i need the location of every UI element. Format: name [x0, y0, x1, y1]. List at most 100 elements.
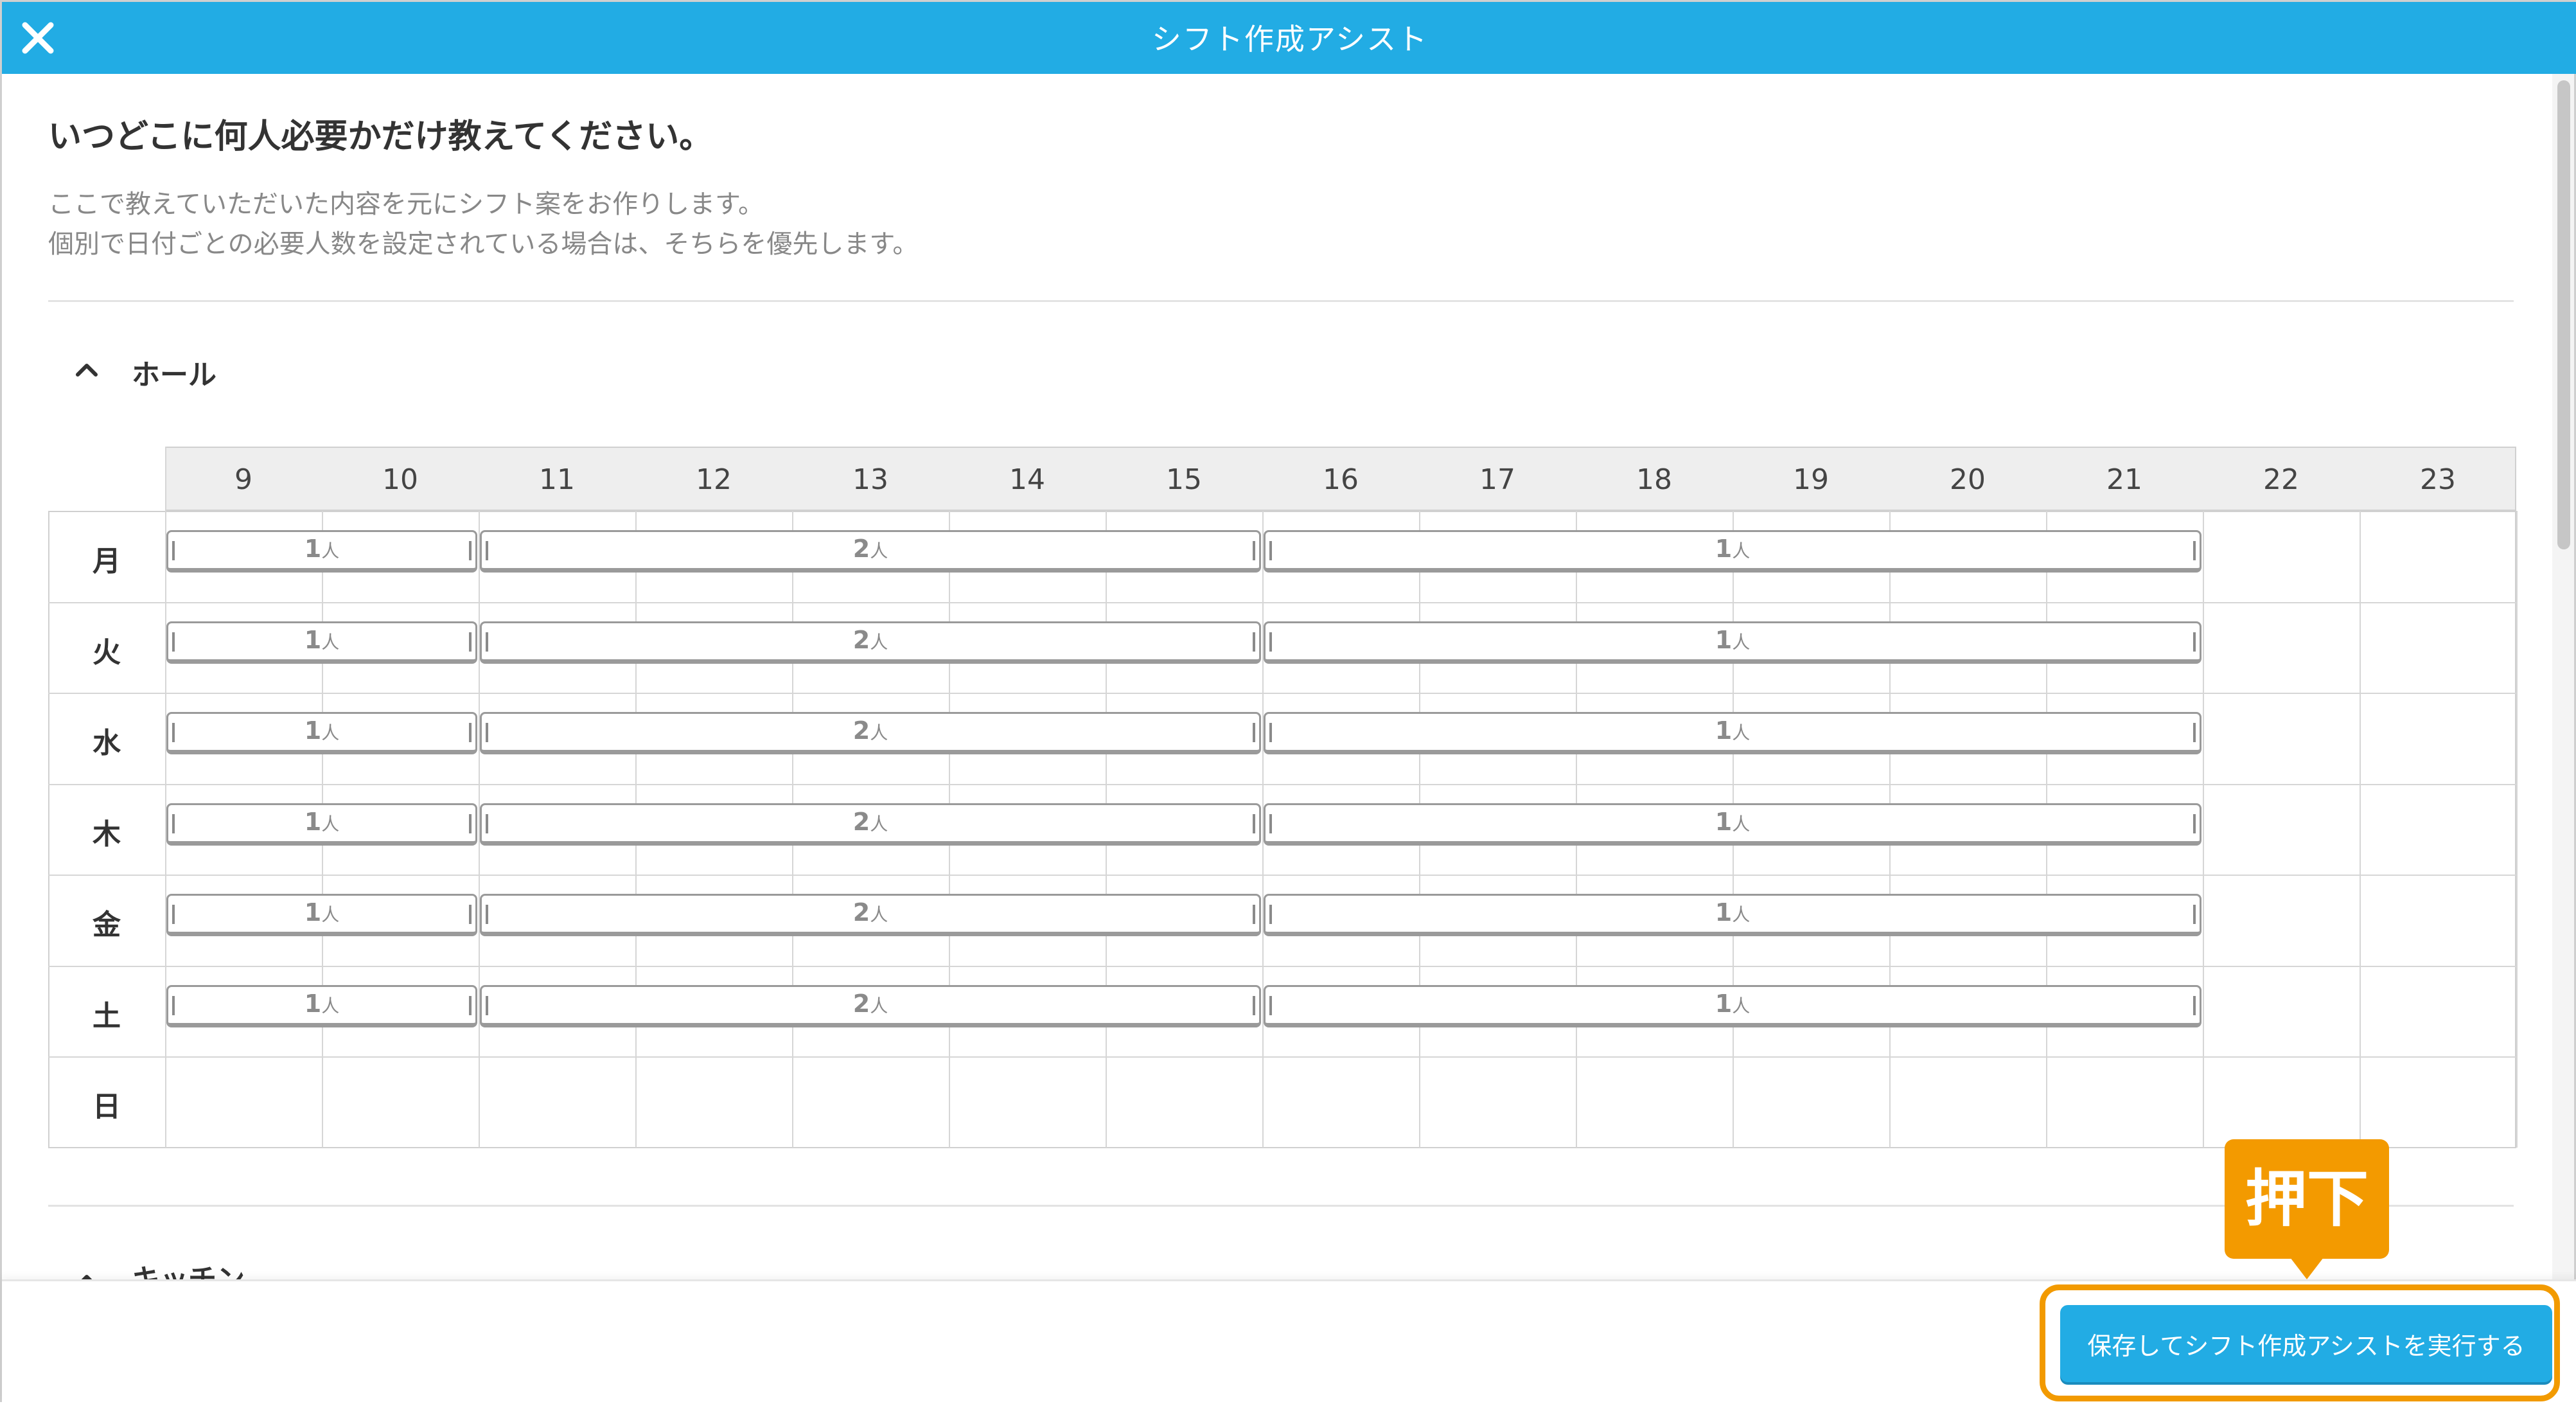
day-label: 金 — [93, 909, 121, 941]
resize-handle-right[interactable] — [1253, 632, 1255, 652]
staff-count-unit: 人 — [321, 995, 340, 1017]
resize-handle-right[interactable] — [1253, 723, 1255, 742]
resize-handle-left[interactable] — [1269, 995, 1272, 1015]
hour-label: 23 — [2420, 463, 2456, 496]
staffing-segment[interactable]: 1人 — [166, 530, 477, 573]
staffing-segment[interactable]: 1人 — [1264, 803, 2201, 846]
staff-count-unit: 人 — [321, 904, 340, 925]
resize-handle-left[interactable] — [1269, 541, 1272, 560]
staff-count-unit: 人 — [870, 995, 888, 1017]
staff-count-unit: 人 — [870, 813, 888, 835]
resize-handle-left[interactable] — [172, 905, 175, 924]
staffing-segment[interactable]: 1人 — [1264, 712, 2201, 754]
staff-count: 1 — [304, 807, 322, 836]
staff-count: 1 — [1715, 898, 1733, 927]
day-label: 日 — [93, 1090, 121, 1123]
resize-handle-right[interactable] — [469, 995, 472, 1015]
day-label: 月 — [93, 545, 121, 578]
resize-handle-left[interactable] — [486, 541, 488, 560]
resize-handle-left[interactable] — [486, 905, 488, 924]
resize-handle-right[interactable] — [469, 813, 472, 833]
staffing-segment[interactable]: 2人 — [480, 894, 1261, 936]
staffing-segment[interactable]: 1人 — [166, 894, 477, 936]
staff-count-unit: 人 — [870, 722, 888, 743]
resize-handle-left[interactable] — [1269, 813, 1272, 833]
resize-handle-left[interactable] — [1269, 632, 1272, 652]
resize-handle-right[interactable] — [2193, 905, 2196, 924]
staffing-segment[interactable]: 2人 — [480, 621, 1261, 664]
resize-handle-right[interactable] — [2193, 632, 2196, 652]
hour-label: 19 — [1793, 463, 1829, 496]
grid-row-line — [48, 693, 2516, 694]
hour-label: 22 — [2263, 463, 2299, 496]
callout-pointer — [2290, 1257, 2324, 1279]
resize-handle-right[interactable] — [469, 632, 472, 652]
staff-count-unit: 人 — [1732, 904, 1751, 925]
resize-handle-left[interactable] — [172, 632, 175, 652]
staffing-segment[interactable]: 1人 — [1264, 530, 2201, 573]
staffing-segment[interactable]: 1人 — [166, 803, 477, 846]
chevron-up-icon — [76, 364, 98, 377]
save-and-run-assist-button[interactable]: 保存してシフト作成アシストを実行する — [2060, 1305, 2552, 1382]
staff-count: 1 — [304, 535, 322, 563]
resize-handle-right[interactable] — [469, 723, 472, 742]
resize-handle-left[interactable] — [172, 723, 175, 742]
hour-label: 15 — [1166, 463, 1202, 496]
staffing-segment[interactable]: 1人 — [166, 712, 477, 754]
staff-count: 2 — [852, 807, 870, 836]
resize-handle-left[interactable] — [172, 541, 175, 560]
scrollbar-thumb[interactable] — [2557, 80, 2570, 549]
staffing-segment[interactable]: 2人 — [480, 984, 1261, 1027]
resize-handle-left[interactable] — [1269, 723, 1272, 742]
hour-label: 10 — [382, 463, 418, 496]
hour-label: 13 — [852, 463, 888, 496]
resize-handle-left[interactable] — [486, 632, 488, 652]
resize-handle-left[interactable] — [172, 995, 175, 1015]
staff-count: 2 — [852, 716, 870, 745]
modal-window: シフト作成アシスト いつどこに何人必要かだけ教えてください。 ここで教えていただ… — [0, 0, 2576, 1404]
staff-count-unit: 人 — [1732, 722, 1751, 743]
resize-handle-right[interactable] — [2193, 723, 2196, 742]
staffing-segment[interactable]: 2人 — [480, 712, 1261, 754]
staffing-segment[interactable]: 1人 — [1264, 984, 2201, 1027]
grid-row-line — [48, 965, 2516, 967]
staff-count-unit: 人 — [870, 540, 888, 562]
staffing-segment[interactable]: 2人 — [480, 803, 1261, 846]
press-callout: 押下 — [2225, 1139, 2389, 1259]
resize-handle-left[interactable] — [486, 723, 488, 742]
staffing-segment[interactable]: 1人 — [1264, 894, 2201, 936]
staff-count: 2 — [852, 898, 870, 927]
resize-handle-right[interactable] — [2193, 813, 2196, 833]
staff-count: 1 — [304, 898, 322, 927]
staff-count: 1 — [1715, 989, 1733, 1018]
staff-count: 1 — [304, 989, 322, 1018]
resize-handle-left[interactable] — [1269, 905, 1272, 924]
resize-handle-left[interactable] — [172, 813, 175, 833]
resize-handle-left[interactable] — [486, 995, 488, 1015]
staffing-segment[interactable]: 1人 — [166, 984, 477, 1027]
resize-handle-right[interactable] — [2193, 541, 2196, 560]
resize-handle-right[interactable] — [1253, 813, 1255, 833]
resize-handle-right[interactable] — [2193, 995, 2196, 1015]
staff-count: 1 — [304, 716, 322, 745]
hour-label: 17 — [1479, 463, 1515, 496]
staff-count: 2 — [852, 625, 870, 654]
staff-count: 1 — [1715, 807, 1733, 836]
staffing-segment[interactable]: 1人 — [1264, 621, 2201, 664]
title-bar: シフト作成アシスト — [2, 2, 2576, 74]
resize-handle-right[interactable] — [1253, 905, 1255, 924]
staff-count-unit: 人 — [1732, 995, 1751, 1017]
resize-handle-left[interactable] — [486, 813, 488, 833]
resize-handle-right[interactable] — [469, 905, 472, 924]
staff-count: 2 — [852, 535, 870, 563]
staff-count-unit: 人 — [1732, 631, 1751, 653]
section-title-hall: ホール — [132, 359, 216, 391]
staffing-segment[interactable]: 1人 — [166, 621, 477, 664]
day-label: 木 — [93, 817, 121, 851]
resize-handle-right[interactable] — [469, 541, 472, 560]
hour-label: 12 — [696, 463, 732, 496]
resize-handle-right[interactable] — [1253, 541, 1255, 560]
resize-handle-right[interactable] — [1253, 995, 1255, 1015]
staffing-segment[interactable]: 2人 — [480, 530, 1261, 573]
day-label: 土 — [93, 999, 121, 1033]
